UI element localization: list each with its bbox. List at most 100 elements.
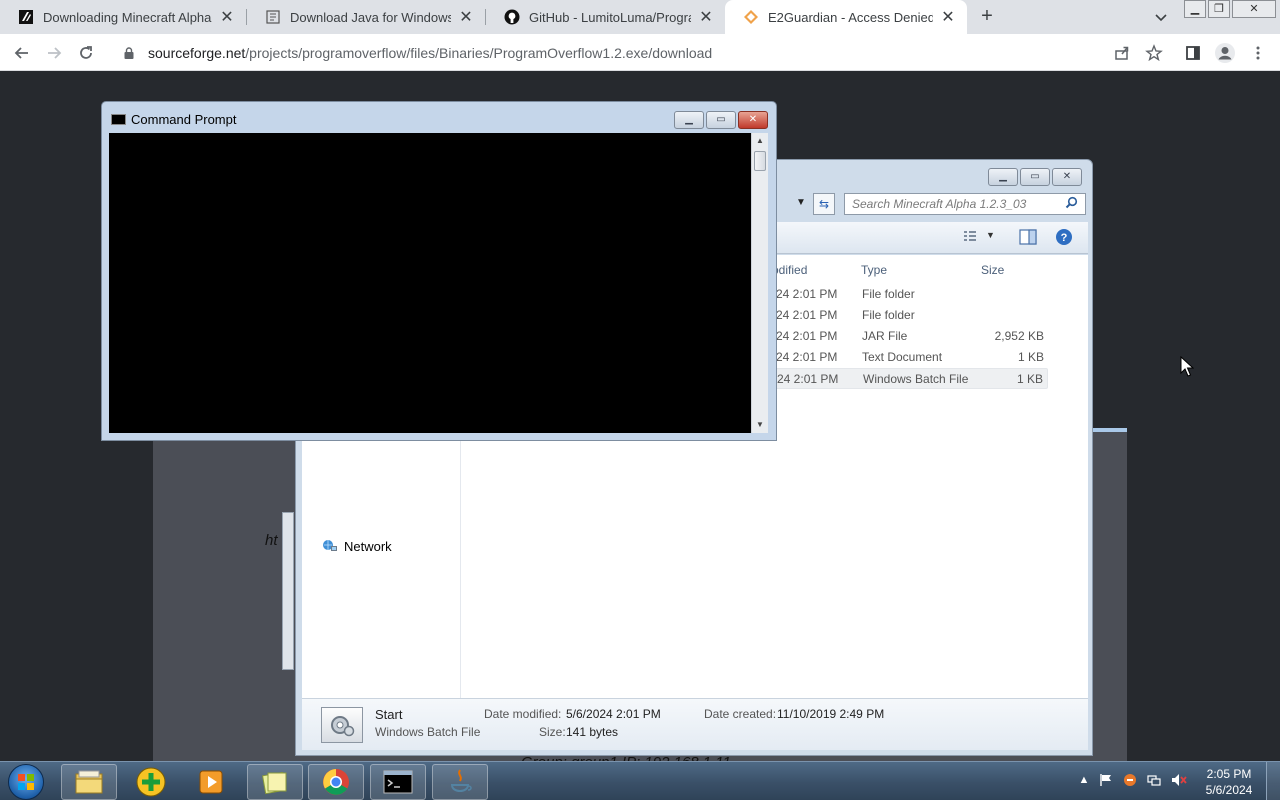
side-panel-icon[interactable] <box>1181 41 1205 65</box>
file-row[interactable]: 24 2:01 PM JAR File 2,952 KB <box>772 326 1048 347</box>
share-icon[interactable] <box>1110 41 1134 65</box>
url-text: sourceforge.net/projects/programoverflow… <box>148 45 712 61</box>
search-placeholder: Search Minecraft Alpha 1.2.3_03 <box>852 197 1027 211</box>
forward-arrow-icon[interactable] <box>42 41 66 65</box>
cmd-minimize-button[interactable]: ▁ <box>674 111 704 129</box>
close-tab-icon[interactable]: ✕ <box>457 8 475 26</box>
scrollbar-thumb[interactable] <box>754 151 766 171</box>
nav-item-network[interactable]: Network <box>322 538 392 554</box>
tab-title: Download Java for Windows <box>290 9 451 25</box>
explorer-maximize-button[interactable]: ▭ <box>1020 168 1050 186</box>
browser-menu-icon[interactable] <box>1246 41 1270 65</box>
column-header-size[interactable]: Size <box>981 263 1004 277</box>
close-tab-icon[interactable]: ✕ <box>218 8 236 26</box>
minimize-window-button[interactable]: ▁ <box>1184 0 1206 18</box>
close-tab-icon[interactable]: ✕ <box>939 8 957 26</box>
batch-file-gear-icon <box>321 707 363 743</box>
media-player-taskbar-icon[interactable] <box>184 764 240 800</box>
file-explorer-taskbar-icon[interactable] <box>61 764 117 800</box>
tab-github[interactable]: GitHub - LumitoLuma/ProgramO ✕ <box>486 0 725 34</box>
github-icon <box>504 9 520 25</box>
preview-pane-icon[interactable] <box>1019 229 1037 248</box>
system-clock[interactable]: 2:05 PM 5/6/2024 <box>1198 766 1260 798</box>
tab-java-download[interactable]: Download Java for Windows ✕ <box>247 0 485 34</box>
view-dropdown-icon[interactable]: ▼ <box>986 230 995 240</box>
action-center-flag-icon[interactable] <box>1098 772 1114 788</box>
explorer-search-input[interactable]: Search Minecraft Alpha 1.2.3_03 <box>844 193 1086 215</box>
command-prompt-titlebar[interactable]: Command Prompt ▁ ▭ ✕ <box>102 102 776 132</box>
tab-search-chevron-icon[interactable] <box>1152 8 1170 26</box>
window-title: Command Prompt <box>131 112 237 127</box>
view-options-icon[interactable] <box>962 229 978 248</box>
help-icon[interactable]: ? <box>1055 228 1073 249</box>
java-page-icon <box>265 9 281 25</box>
back-arrow-icon[interactable] <box>10 41 34 65</box>
sticky-notes-taskbar-icon[interactable] <box>247 764 303 800</box>
show-hidden-icons-icon[interactable]: ▲ <box>1076 772 1092 788</box>
close-window-button[interactable]: ✕ <box>1232 0 1276 18</box>
cmd-maximize-button[interactable]: ▭ <box>706 111 736 129</box>
file-date: 24 2:01 PM <box>777 372 839 386</box>
security-tray-icon[interactable] <box>1122 772 1138 788</box>
volume-muted-icon[interactable] <box>1171 772 1187 788</box>
scroll-down-icon[interactable]: ▼ <box>756 420 764 429</box>
tab-title: GitHub - LumitoLuma/ProgramO <box>529 9 691 25</box>
address-dropdown-icon[interactable]: ▼ <box>796 197 806 208</box>
file-date: 24 2:01 PM <box>776 329 838 343</box>
refresh-icon[interactable]: ⇆ <box>813 193 835 215</box>
file-type: Text Document <box>862 350 943 364</box>
lock-icon[interactable] <box>122 46 136 60</box>
console-scrollbar[interactable]: ▲ ▼ <box>751 133 768 433</box>
cmd-close-button[interactable]: ✕ <box>738 111 768 129</box>
network-icon <box>322 538 338 554</box>
file-type: JAR File <box>862 329 908 343</box>
url-path: /projects/programoverflow/files/Binaries… <box>245 44 713 61</box>
console-output-area[interactable] <box>109 133 751 433</box>
window-edge <box>282 512 294 670</box>
tab-minecraft-download[interactable]: Downloading Minecraft Alpha 1. ✕ <box>0 0 246 34</box>
java-taskbar-icon[interactable] <box>432 764 488 800</box>
file-date: 24 2:01 PM <box>776 350 838 364</box>
new-tab-button[interactable]: + <box>976 5 998 27</box>
details-created-label: Date created: <box>704 707 777 721</box>
scroll-up-icon[interactable]: ▲ <box>756 136 764 145</box>
details-file-kind: Windows Batch File <box>375 725 481 739</box>
address-bar[interactable]: sourceforge.net/projects/programoverflow… <box>112 38 1144 67</box>
mouse-cursor-icon <box>1180 355 1195 381</box>
svg-text:?: ? <box>1061 232 1068 244</box>
search-icon <box>1065 196 1078 212</box>
tab-e2guardian[interactable]: E2Guardian - Access Denied ✕ <box>725 0 967 34</box>
network-tray-icon[interactable] <box>1146 772 1162 788</box>
chrome-taskbar-icon[interactable] <box>308 764 364 800</box>
details-size-label: Size: <box>539 725 566 739</box>
file-row[interactable]: 24 2:01 PM File folder <box>772 284 1048 305</box>
show-desktop-button[interactable] <box>1266 762 1280 800</box>
column-header-date-modified[interactable]: odified <box>772 263 807 277</box>
plus-app-taskbar-icon[interactable] <box>123 764 179 800</box>
file-size: 1 KB <box>1016 372 1043 386</box>
file-type: File folder <box>862 287 915 301</box>
command-prompt-taskbar-icon[interactable] <box>370 764 426 800</box>
file-row-selected[interactable]: 24 2:01 PM Windows Batch File 1 KB <box>772 368 1048 389</box>
details-size-value: 141 bytes <box>566 725 619 739</box>
cmd-window-controls: ▁ ▭ ✕ <box>674 111 768 129</box>
file-size: 1 KB <box>1017 350 1044 364</box>
reload-icon[interactable] <box>74 41 98 65</box>
command-prompt-window[interactable]: Command Prompt ▁ ▭ ✕ ▲ ▼ <box>101 101 777 441</box>
file-row[interactable]: 24 2:01 PM File folder <box>772 305 1048 326</box>
start-button[interactable] <box>8 764 44 800</box>
details-file-name: Start <box>375 707 403 722</box>
partial-link-text[interactable]: ht <box>265 532 278 549</box>
file-type: File folder <box>862 308 915 322</box>
bookmark-star-icon[interactable] <box>1142 41 1166 65</box>
close-tab-icon[interactable]: ✕ <box>697 8 715 26</box>
file-type: Windows Batch File <box>863 372 969 386</box>
restore-window-button[interactable]: ❐ <box>1208 0 1230 18</box>
tab-title: E2Guardian - Access Denied <box>768 9 933 25</box>
column-header-type[interactable]: Type <box>861 263 887 277</box>
profile-avatar-icon[interactable] <box>1213 41 1237 65</box>
file-row[interactable]: 24 2:01 PM Text Document 1 KB <box>772 347 1048 368</box>
explorer-minimize-button[interactable]: ▁ <box>988 168 1018 186</box>
details-created-value: 11/10/2019 2:49 PM <box>777 707 885 721</box>
explorer-close-button[interactable]: ✕ <box>1052 168 1082 186</box>
